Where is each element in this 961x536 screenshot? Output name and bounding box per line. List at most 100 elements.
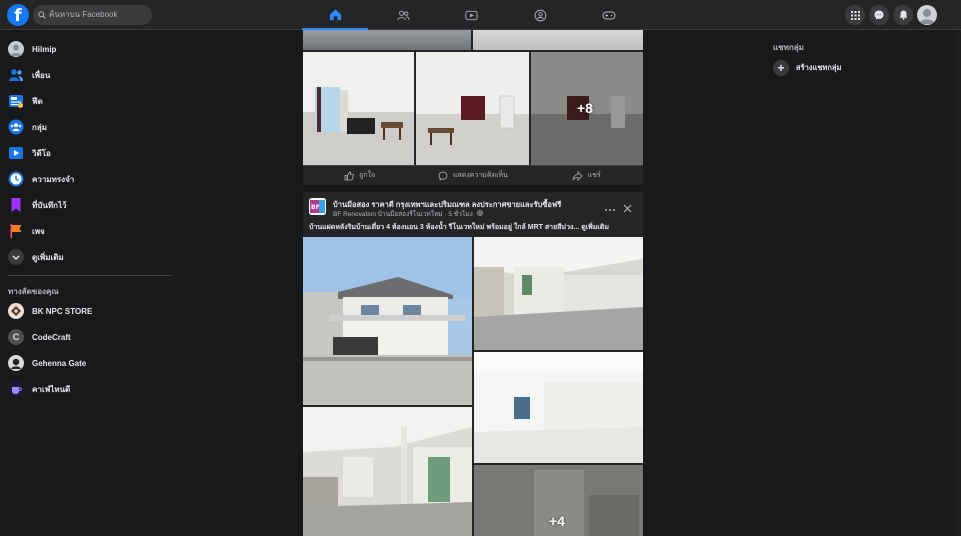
house-exterior-image xyxy=(303,237,472,405)
post-card-2: BF บ้านมือสอง ราคาดี กรุงเทพฯและปริมณฑล … xyxy=(303,192,643,536)
friends-icon xyxy=(8,67,24,83)
more-photos-count: +8 xyxy=(577,100,593,116)
comment-icon xyxy=(438,171,448,181)
post-photo[interactable] xyxy=(416,52,529,165)
sidebar-item-pages[interactable]: เพจ xyxy=(8,221,45,241)
create-group-chat-button[interactable]: + สร้างแชทกลุ่ม xyxy=(773,60,841,76)
memories-icon xyxy=(8,171,24,187)
shortcut-gehenna-gate[interactable]: Gehenna Gate xyxy=(8,353,86,373)
sidebar-item-label: ดูเพิ่มเติม xyxy=(32,252,64,262)
messenger-button[interactable] xyxy=(869,5,889,25)
sidebar-item-friends[interactable]: เพื่อน xyxy=(8,65,50,85)
gaming-icon xyxy=(602,11,616,19)
group-avatar[interactable]: BF xyxy=(309,198,326,215)
search-icon xyxy=(38,11,46,19)
post-photo[interactable] xyxy=(303,30,471,50)
groups-icon xyxy=(534,9,546,21)
search-input[interactable]: ค้นหาบน Facebook xyxy=(33,5,152,25)
tab-groups[interactable] xyxy=(507,0,573,30)
post-time[interactable]: 5 ชั่วโมง xyxy=(448,211,472,218)
room-photo-image xyxy=(416,52,529,165)
more-photos-count: +4 xyxy=(549,513,565,529)
sidebar-item-saved[interactable]: ที่บันทึกไว้ xyxy=(8,195,66,215)
sidebar-item-label: เพื่อน xyxy=(32,70,51,80)
like-label: ถูกใจ xyxy=(359,172,376,179)
pages-icon xyxy=(8,223,24,239)
page-scrollbar[interactable] xyxy=(955,30,961,536)
sidebar-item-label: เพจ xyxy=(32,226,45,236)
menu-button[interactable] xyxy=(845,5,865,25)
post-photo[interactable]: +4 xyxy=(474,465,643,536)
friends-icon xyxy=(396,10,410,20)
sidebar-item-label: ฟีด xyxy=(32,96,43,106)
sidebar-item-label: ความทรงจำ xyxy=(32,174,75,184)
more-options-icon xyxy=(605,209,615,211)
shortcut-label: Gehenna Gate xyxy=(32,358,87,368)
comment-label: แสดงความคิดเห็น xyxy=(453,172,508,179)
post-photo[interactable]: +8 xyxy=(531,52,643,165)
post-card-1: +8 xyxy=(303,30,643,165)
shortcut-cafe[interactable]: คาเฟ่ไหนดี xyxy=(8,379,70,399)
sidebar-item-label: ที่บันทึกไว้ xyxy=(32,200,67,210)
shortcut-label: BK NPC STORE xyxy=(32,306,93,316)
close-icon xyxy=(623,204,632,213)
post-photo[interactable] xyxy=(474,352,643,463)
tab-home[interactable] xyxy=(302,0,368,30)
gehenna-gate-logo xyxy=(8,355,24,371)
messenger-icon xyxy=(874,10,884,20)
comment-button[interactable]: แสดงความคิดเห็น xyxy=(416,166,529,185)
svg-text:BF: BF xyxy=(311,204,320,211)
profile-avatar-icon xyxy=(919,9,935,24)
sidebar-item-see-more[interactable]: ดูเพิ่มเติม xyxy=(8,247,64,267)
sidebar-item-profile[interactable]: Hilmip xyxy=(8,39,56,59)
sidebar-item-video[interactable]: วิดีโอ xyxy=(8,143,51,163)
avatar xyxy=(8,41,24,57)
chevron-down-icon xyxy=(8,249,24,265)
sidebar-item-feed[interactable]: ฟีด xyxy=(8,91,43,111)
sidebar-item-groups[interactable]: กลุ่ม xyxy=(8,117,47,137)
room-photo-image xyxy=(303,52,414,165)
like-icon xyxy=(344,171,355,180)
plus-icon: + xyxy=(773,60,789,76)
post-photo[interactable] xyxy=(474,237,643,350)
house-side-image xyxy=(474,237,643,350)
tab-gaming[interactable] xyxy=(576,0,642,30)
close-post-button[interactable] xyxy=(623,200,632,218)
post-photo[interactable] xyxy=(303,407,472,536)
sidebar-item-label: วิดีโอ xyxy=(32,148,51,158)
post-photo[interactable] xyxy=(303,237,472,405)
create-group-label: สร้างแชทกลุ่ม xyxy=(796,63,842,72)
share-button[interactable]: แชร์ xyxy=(530,166,643,185)
feed-icon xyxy=(8,93,24,109)
shortcut-bk-npc-store[interactable]: BK NPC STORE xyxy=(8,301,92,321)
sidebar-item-label: กลุ่ม xyxy=(32,122,48,132)
carport-image xyxy=(303,407,472,536)
search-placeholder: ค้นหาบน Facebook xyxy=(49,10,118,19)
top-navigation-bar: f ค้นหาบน Facebook xyxy=(0,0,961,30)
facebook-logo[interactable]: f xyxy=(7,4,29,26)
menu-grid-icon xyxy=(850,10,860,20)
tab-friends[interactable] xyxy=(370,0,436,30)
watch-icon xyxy=(464,10,478,20)
shortcut-label: คาเฟ่ไหนดี xyxy=(32,384,71,394)
share-icon xyxy=(572,170,583,181)
home-icon xyxy=(329,8,341,20)
codecraft-logo: C xyxy=(8,329,24,345)
profile-avatar[interactable] xyxy=(917,5,937,25)
sidebar-item-memories[interactable]: ความทรงจำ xyxy=(8,169,74,189)
more-options-button[interactable] xyxy=(604,200,616,218)
share-label: แชร์ xyxy=(587,172,601,179)
post-text: บ้านแฝดหลังริมบ้านเดี่ยว 4 ห้องนอน 3 ห้อ… xyxy=(309,224,609,231)
post-action-bar: ถูกใจ แสดงความคิดเห็น แชร์ xyxy=(303,165,643,185)
tab-watch[interactable] xyxy=(438,0,504,30)
shortcut-codecraft[interactable]: C CodeCraft xyxy=(8,327,71,347)
post-photo[interactable] xyxy=(473,30,643,50)
post-photo[interactable] xyxy=(303,52,414,165)
video-icon xyxy=(8,145,24,161)
notifications-button[interactable] xyxy=(893,5,913,25)
post-author[interactable]: BF Renovation บ้านมือสองรีโนเวทใหม่ xyxy=(333,211,443,218)
group-chat-title: แชทกลุ่ม xyxy=(773,43,804,52)
like-button[interactable]: ถูกใจ xyxy=(303,166,416,185)
globe-icon xyxy=(476,210,483,216)
bk-npc-store-logo xyxy=(8,303,24,319)
